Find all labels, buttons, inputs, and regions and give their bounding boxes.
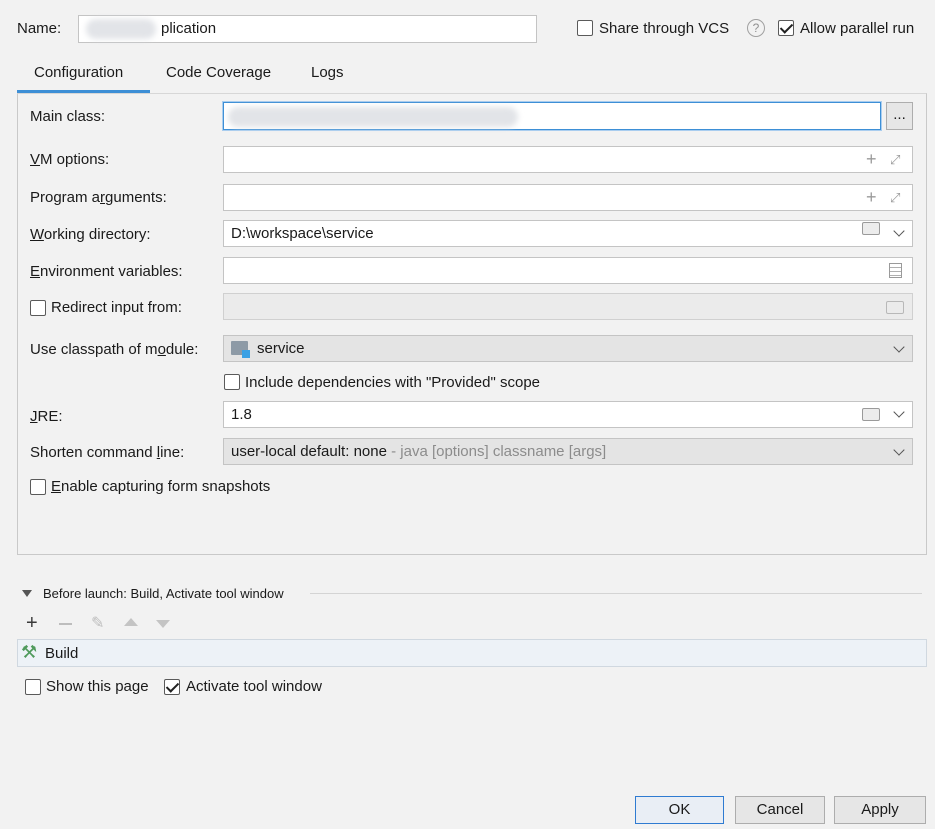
list-item[interactable]: ⚒ Build bbox=[18, 640, 926, 666]
remove-icon[interactable] bbox=[59, 623, 72, 625]
classpath-module-label: Use classpath of module: bbox=[30, 341, 199, 358]
working-directory-input[interactable]: D:\workspace\service bbox=[223, 220, 913, 247]
shorten-command-line-value: user-local default: none bbox=[231, 443, 387, 460]
expand-icon[interactable]: ⤢ bbox=[890, 185, 900, 210]
shorten-command-line-select[interactable]: user-local default: none - java [options… bbox=[223, 438, 913, 465]
module-icon-badge bbox=[242, 350, 250, 358]
environment-variables-input[interactable] bbox=[223, 257, 913, 284]
redirect-input-checkbox[interactable] bbox=[30, 300, 46, 316]
move-down-icon[interactable] bbox=[156, 620, 170, 628]
document-icon[interactable] bbox=[889, 263, 902, 278]
working-directory-label: Working directory: bbox=[30, 226, 151, 243]
tab-code-coverage[interactable]: Code Coverage bbox=[166, 64, 271, 81]
shorten-command-line-hint: - java [options] classname [args] bbox=[391, 443, 607, 460]
vm-options-label: VM options: bbox=[30, 151, 110, 168]
activate-tool-window-label[interactable]: Activate tool window bbox=[186, 678, 322, 695]
allow-parallel-checkbox[interactable] bbox=[778, 20, 794, 36]
redacted-main-class bbox=[228, 107, 518, 127]
working-directory-value: D:\workspace\service bbox=[231, 225, 374, 242]
folder-icon[interactable] bbox=[862, 408, 880, 421]
show-page-label[interactable]: Show this page bbox=[46, 678, 149, 695]
vm-options-input[interactable] bbox=[223, 146, 913, 173]
allow-parallel-label[interactable]: Allow parallel run bbox=[800, 20, 914, 37]
redirect-input-field bbox=[223, 293, 913, 320]
apply-button[interactable]: Apply bbox=[834, 796, 926, 824]
activate-tool-window-checkbox[interactable] bbox=[164, 679, 180, 695]
before-launch-divider bbox=[310, 593, 922, 594]
folder-icon[interactable] bbox=[862, 222, 880, 235]
ok-button[interactable]: OK bbox=[635, 796, 724, 824]
expand-icon[interactable]: ⤢ bbox=[890, 147, 900, 172]
name-value: plication bbox=[161, 20, 217, 37]
main-class-label: Main class: bbox=[30, 108, 106, 125]
shorten-command-line-label: Shorten command line: bbox=[30, 444, 185, 461]
task-label: Build bbox=[45, 645, 79, 662]
question-circle-icon[interactable]: ? bbox=[747, 19, 765, 37]
main-class-browse-button[interactable]: ... bbox=[886, 102, 913, 130]
plus-icon[interactable]: + bbox=[866, 185, 877, 210]
edit-pencil-icon[interactable]: ✎ bbox=[91, 615, 104, 633]
form-snapshots-checkbox[interactable] bbox=[30, 479, 46, 495]
include-dependencies-checkbox[interactable] bbox=[224, 374, 240, 390]
share-vcs-label[interactable]: Share through VCS bbox=[599, 20, 729, 37]
jre-input[interactable]: 1.8 bbox=[223, 401, 913, 428]
program-arguments-label: Program arguments: bbox=[30, 189, 167, 206]
name-label: Name: bbox=[17, 20, 62, 37]
plus-icon[interactable]: + bbox=[866, 147, 877, 172]
show-page-checkbox[interactable] bbox=[25, 679, 41, 695]
classpath-module-select[interactable]: service bbox=[223, 335, 913, 362]
redirect-input-label[interactable]: Redirect input from: bbox=[51, 299, 182, 316]
tab-configuration[interactable]: Configuration bbox=[34, 64, 123, 81]
program-arguments-input[interactable] bbox=[223, 184, 913, 211]
jre-value: 1.8 bbox=[231, 406, 252, 423]
add-icon[interactable]: + bbox=[26, 612, 38, 634]
move-up-icon[interactable] bbox=[124, 618, 138, 626]
share-vcs-checkbox[interactable] bbox=[577, 20, 593, 36]
environment-variables-label: Environment variables: bbox=[30, 263, 183, 280]
redacted-name bbox=[86, 19, 156, 39]
collapse-triangle-icon[interactable] bbox=[22, 590, 32, 597]
classpath-module-value: service bbox=[257, 340, 305, 357]
cancel-button[interactable]: Cancel bbox=[735, 796, 825, 824]
folder-icon bbox=[886, 301, 904, 314]
hammer-icon: ⚒ bbox=[21, 642, 38, 662]
include-dependencies-label[interactable]: Include dependencies with "Provided" sco… bbox=[245, 374, 540, 391]
before-launch-title[interactable]: Before launch: Build, Activate tool wind… bbox=[43, 586, 284, 601]
tab-logs[interactable]: Logs bbox=[311, 64, 344, 81]
form-snapshots-label[interactable]: Enable capturing form snapshots bbox=[51, 478, 270, 495]
jre-label: JRE: bbox=[30, 408, 63, 425]
